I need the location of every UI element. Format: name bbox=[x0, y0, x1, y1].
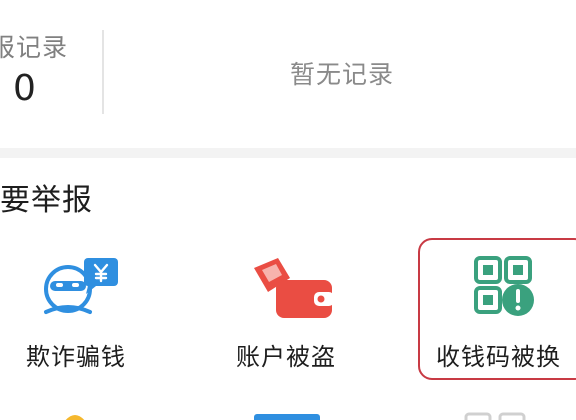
report-option-qr-replaced[interactable]: 收钱码被换 bbox=[418, 238, 576, 380]
report-option-label: 收钱码被换 bbox=[436, 343, 561, 371]
report-option-account-stolen[interactable]: 账户被盗 bbox=[212, 238, 364, 380]
record-count: 0 bbox=[13, 68, 36, 109]
record-label: 报记录 bbox=[0, 33, 69, 62]
report-record-card[interactable]: 报记录 0 暂无记录 bbox=[0, 0, 576, 148]
partial-blue-icon bbox=[254, 414, 320, 420]
report-section-title: 要举报 bbox=[0, 183, 93, 218]
partial-gray-icon bbox=[464, 412, 526, 420]
report-option-fraud[interactable]: 欺诈骗钱 bbox=[0, 238, 152, 380]
partial-orange-icon bbox=[65, 415, 85, 420]
section-separator bbox=[0, 148, 576, 158]
report-option-label: 欺诈骗钱 bbox=[26, 343, 126, 371]
fraud-money-icon bbox=[44, 258, 118, 314]
payment-qr-replaced-icon bbox=[474, 256, 534, 316]
report-option-label: 账户被盗 bbox=[236, 343, 336, 371]
stolen-wallet-icon bbox=[254, 258, 334, 318]
no-record-text: 暂无记录 bbox=[290, 60, 395, 89]
record-divider bbox=[102, 30, 104, 114]
report-page: 报记录 0 暂无记录 要举报 欺诈骗钱 账户被盗 收钱码被换 bbox=[0, 0, 576, 420]
